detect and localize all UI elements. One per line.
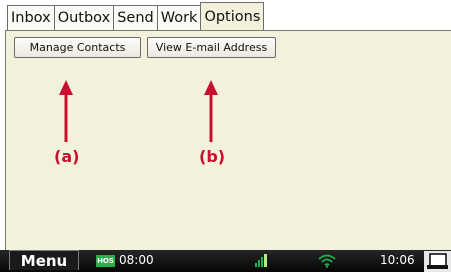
tab-work[interactable]: Work: [156, 5, 202, 30]
menu-button[interactable]: Menu: [9, 250, 79, 270]
tab-bar: Inbox Outbox Send Work Options: [7, 2, 265, 32]
wifi-icon: [318, 254, 336, 268]
clock: 10:06: [380, 253, 415, 267]
annotation-a-label: (a): [54, 147, 80, 166]
manage-contacts-button[interactable]: Manage Contacts: [14, 37, 141, 58]
tab-options[interactable]: Options: [200, 2, 265, 30]
arrow-a-icon: [59, 80, 73, 142]
tab-inbox[interactable]: Inbox: [7, 5, 55, 30]
dock-icon[interactable]: [424, 251, 451, 272]
app-screen: Inbox Outbox Send Work Options Manage Co…: [0, 0, 451, 272]
tab-outbox[interactable]: Outbox: [53, 5, 115, 30]
tab-send[interactable]: Send: [113, 5, 158, 30]
view-email-address-button[interactable]: View E-mail Address: [147, 37, 276, 58]
hos-time: 08:00: [119, 253, 154, 267]
arrow-b-icon: [204, 80, 218, 142]
annotation-b-label: (b): [199, 147, 226, 166]
taskbar: Menu HOS 08:00 10:06: [0, 250, 451, 272]
hos-icon[interactable]: HOS: [96, 255, 115, 267]
tablet-dock-icon: [427, 253, 448, 269]
signal-icon: [255, 254, 267, 267]
